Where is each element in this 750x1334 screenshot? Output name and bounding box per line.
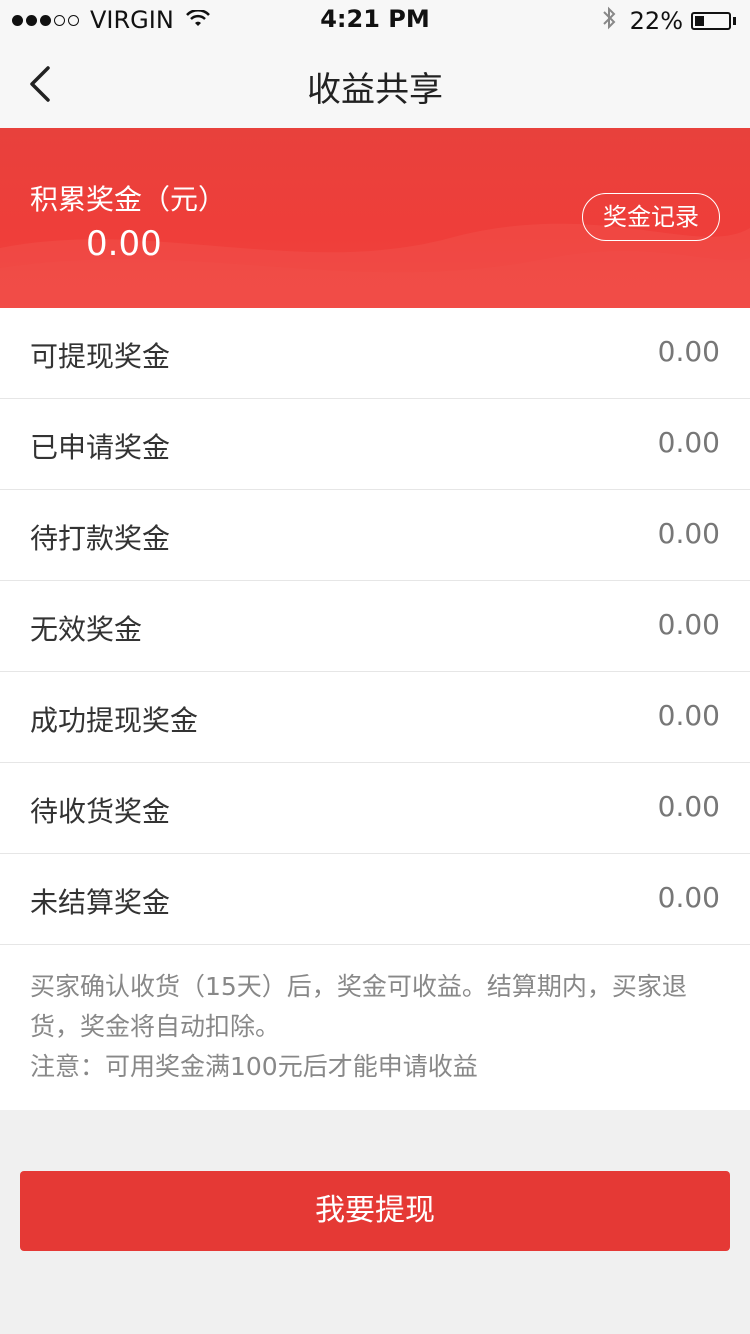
bonus-summary-banner: 积累奖金（元） 0.00 奖金记录 (0, 128, 750, 308)
note-line-minimum: 注意：可用奖金满100元后才能申请收益 (30, 1052, 478, 1081)
list-item-value: 0.00 (657, 881, 720, 914)
bonus-note: 买家确认收货（15天）后，奖金可收益。结算期内，买家退货，奖金将自动扣除。 注意… (0, 945, 750, 1110)
list-item-label: 无效奖金 (30, 613, 143, 646)
accumulated-bonus-amount: 0.00 (86, 224, 162, 264)
list-item-value: 0.00 (657, 790, 720, 823)
list-item-label: 成功提现奖金 (30, 704, 199, 737)
list-item-value: 0.00 (657, 608, 720, 641)
battery-icon (691, 12, 731, 30)
list-item-value: 0.00 (657, 335, 720, 368)
list-item-label: 待打款奖金 (30, 522, 171, 555)
withdraw-button[interactable]: 我要提现 (20, 1171, 730, 1251)
list-item-label: 未结算奖金 (30, 886, 171, 919)
accumulated-bonus-label: 积累奖金（元） (30, 183, 227, 216)
list-item: 无效奖金 0.00 (0, 581, 750, 672)
page-title: 收益共享 (307, 70, 443, 110)
list-item-value: 0.00 (657, 699, 720, 732)
list-item-value: 0.00 (657, 517, 720, 550)
bonus-list: 可提现奖金 0.00 已申请奖金 0.00 待打款奖金 0.00 无效奖金 0.… (0, 308, 750, 945)
note-text: 买家确认收货（15天）后，奖金可收益。结算期内，买家退货，奖金将自动扣除。 注意… (30, 967, 720, 1087)
list-item: 已申请奖金 0.00 (0, 399, 750, 490)
status-bar: VIRGIN 4:21 PM 22% (0, 0, 750, 40)
list-item: 成功提现奖金 0.00 (0, 672, 750, 763)
note-line-settlement: 买家确认收货（15天）后，奖金可收益。结算期内，买家退货，奖金将自动扣除。 (30, 972, 687, 1041)
list-item: 待打款奖金 0.00 (0, 490, 750, 581)
battery-percentage: 22% (629, 7, 683, 35)
list-item-label: 已申请奖金 (30, 431, 171, 464)
list-item: 待收货奖金 0.00 (0, 763, 750, 854)
list-item-label: 可提现奖金 (30, 340, 171, 373)
status-right: 22% (602, 6, 736, 36)
navigation-bar: 收益共享 (0, 40, 750, 128)
bonus-record-button[interactable]: 奖金记录 (582, 193, 720, 241)
list-item: 未结算奖金 0.00 (0, 854, 750, 945)
list-item-value: 0.00 (657, 426, 720, 459)
bluetooth-icon (602, 6, 616, 36)
list-item-label: 待收货奖金 (30, 795, 171, 828)
list-item: 可提现奖金 0.00 (0, 308, 750, 399)
